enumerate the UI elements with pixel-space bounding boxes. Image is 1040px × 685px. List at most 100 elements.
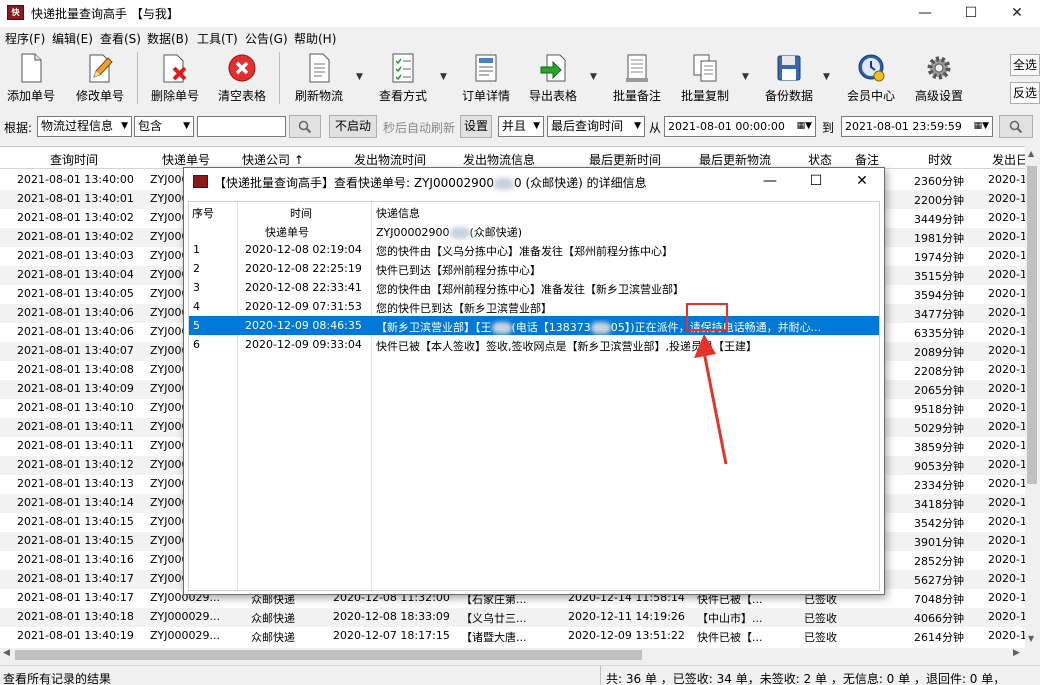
col-status[interactable]: 状态	[808, 151, 832, 168]
detail-row[interactable]: 6 2020-12-09 09:33:04 快件已被【本人签收】签收,签收网点是【新…	[189, 335, 879, 354]
keyword-input[interactable]	[197, 116, 286, 137]
calendar-dropdown-icon: ▦▼	[973, 121, 989, 131]
batch-note-button[interactable]: 批量备注	[607, 50, 667, 108]
delete-number-button[interactable]: 删除单号	[147, 50, 203, 108]
edit-number-button[interactable]: 修改单号	[72, 50, 128, 108]
advanced-settings-button[interactable]: 高级设置	[910, 50, 968, 108]
cell-duration: 6335分钟	[914, 327, 964, 340]
menu-edit[interactable]: 编辑(E)	[52, 30, 93, 47]
detail-row[interactable]: 3 2020-12-08 22:33:41 您的快件由【郑州前程分拣中心】准备发往【…	[189, 278, 879, 297]
detail-time: 2020-12-08 02:19:04	[245, 243, 362, 256]
auto-refresh-settings-button[interactable]: 设置	[460, 115, 492, 138]
menu-tools[interactable]: 工具(T)	[197, 30, 238, 47]
chevron-down-icon[interactable]: ▼	[590, 72, 597, 82]
batch-copy-button[interactable]: 批量复制	[675, 50, 735, 108]
filter-field-select[interactable]: 物流过程信息 ▼	[37, 116, 132, 137]
detail-row[interactable]: 1 2020-12-08 02:19:04 您的快件由【义乌分拣中心】准备发往【郑州…	[189, 240, 879, 259]
cell-duration: 2200分钟	[914, 194, 964, 207]
detail-info: 您的快件由【郑州前程分拣中心】准备发往【新乡卫滨营业部】	[376, 283, 684, 296]
delete-x-icon	[163, 54, 187, 83]
status-summary: 共: 36 单 ，已签收: 34 单，未签收: 2 单 ，无信息: 0 单 ，退…	[606, 672, 1006, 685]
scroll-right-icon[interactable]: ▶	[1013, 648, 1020, 658]
select-all-button[interactable]: 全选	[1010, 54, 1040, 76]
gear-icon	[927, 56, 951, 80]
menu-help[interactable]: 帮助(H)	[294, 30, 336, 47]
time-search-button[interactable]	[999, 115, 1033, 138]
table-row[interactable]: 2021-08-01 13:40:18 ZYJ000029... 众邮快递 2020-…	[0, 608, 1025, 627]
col-note[interactable]: 备注	[855, 151, 879, 168]
order-detail-button[interactable]: 订单详情	[458, 50, 514, 108]
chevron-down-icon[interactable]: ▼	[742, 72, 749, 82]
add-number-button[interactable]: 添加单号	[3, 50, 59, 108]
cell-duration: 2360分钟	[914, 175, 964, 188]
detail-row[interactable]: 2 2020-12-08 22:25:19 快件已到达【郑州前程分拣中心】	[189, 259, 879, 278]
menu-program[interactable]: 程序(F)	[5, 30, 45, 47]
cell-ship-date: 2020-1	[988, 192, 1025, 205]
col-last-update-time[interactable]: 最后更新时间	[589, 151, 661, 168]
col-tracking-number[interactable]: 快递单号	[162, 151, 210, 168]
auto-refresh-toggle[interactable]: 不启动	[329, 115, 377, 138]
cell-query-time: 2021-08-01 13:40:16	[17, 553, 134, 566]
redacted-mark	[449, 227, 470, 239]
menu-data[interactable]: 数据(B)	[147, 30, 189, 47]
time-field-select[interactable]: 最后查询时间 ▼	[547, 116, 645, 137]
maximize-button[interactable]: ☐	[948, 0, 994, 27]
chevron-down-icon[interactable]: ▼	[823, 72, 830, 82]
detail-col-no: 序号	[192, 207, 214, 220]
redacted-mark	[494, 177, 515, 190]
minimize-button[interactable]: —	[902, 0, 948, 27]
detail-table[interactable]: 序号 时间 快递信息 快递单号 ZYJ00002900 (众邮快递) 1 2020-…	[188, 201, 880, 591]
cell-duration: 2065分钟	[914, 384, 964, 397]
col-ship-date[interactable]: 发出日	[992, 151, 1028, 168]
chevron-down-icon[interactable]: ▼	[356, 72, 363, 82]
scroll-down-icon[interactable]: ▼	[1028, 634, 1034, 643]
cell-duration: 9053分钟	[914, 460, 964, 473]
menu-notice[interactable]: 公告(G)	[245, 30, 288, 47]
menu-view[interactable]: 查看(S)	[100, 30, 141, 47]
cell-ship-date: 2020-1	[988, 401, 1025, 414]
to-datetime-picker[interactable]: 2021-08-01 23:59:59 ▦▼	[841, 116, 993, 137]
col-ship-time[interactable]: 发出物流时间	[354, 151, 426, 168]
col-last-update-info[interactable]: 最后更新物流	[699, 151, 771, 168]
from-datetime-picker[interactable]: 2021-08-01 00:00:00 ▦▼	[664, 116, 816, 137]
scroll-up-icon[interactable]: ▲	[1028, 149, 1034, 158]
detail-row[interactable]: 4 2020-12-09 07:31:53 您的快件已到达【新乡卫滨营业部】	[189, 297, 879, 316]
cell-ship-date: 2020-1	[988, 325, 1025, 338]
detail-row[interactable]: 5 2020-12-09 08:46:35 【新乡卫滨营业部】【王 (电话【13837…	[189, 316, 879, 335]
cell-ship-date: 2020-1	[988, 173, 1025, 186]
close-button[interactable]: ✕	[994, 0, 1040, 27]
refresh-logistics-button[interactable]: 刷新物流	[289, 50, 349, 108]
cell-courier: 众邮快递	[251, 631, 295, 644]
scroll-left-icon[interactable]: ◀	[3, 648, 10, 658]
col-courier[interactable]: 快递公司 ↑	[242, 151, 304, 168]
vertical-scroll-thumb[interactable]	[1027, 166, 1037, 484]
cell-duration: 2334分钟	[914, 479, 964, 492]
backup-data-button[interactable]: 备份数据	[760, 50, 818, 108]
member-center-button[interactable]: 会员中心	[842, 50, 900, 108]
col-query-time[interactable]: 查询时间	[50, 151, 98, 168]
clear-table-button[interactable]: 清空表格	[213, 50, 271, 108]
cell-query-time: 2021-08-01 13:40:17	[17, 572, 134, 585]
from-label: 从	[649, 121, 662, 135]
window-title: 快递批量查询高手 【与我】	[31, 7, 179, 21]
view-mode-button[interactable]: 查看方式	[373, 50, 433, 108]
col-ship-info[interactable]: 发出物流信息	[463, 151, 535, 168]
cell-ship-date: 2020-1	[988, 553, 1025, 566]
export-table-button[interactable]: 导出表格	[524, 50, 582, 108]
dialog-close-button[interactable]: ✕	[839, 168, 885, 195]
table-row[interactable]: 2021-08-01 13:40:19 ZYJ000029... 众邮快递 2020-…	[0, 627, 1025, 646]
invert-selection-button[interactable]: 反选	[1010, 82, 1040, 104]
chevron-down-icon[interactable]: ▼	[440, 72, 447, 82]
detail-info: 您的快件由【义乌分拣中心】准备发往【郑州前程分拣中心】	[376, 245, 673, 258]
filter-search-button[interactable]	[289, 115, 321, 138]
filter-operator-select[interactable]: 包含 ▼	[134, 116, 194, 137]
detail-seq: 4	[193, 300, 200, 313]
horizontal-scroll-thumb[interactable]	[15, 650, 642, 660]
cell-last-update-info: 快件已被【...	[697, 631, 763, 644]
logic-select[interactable]: 并且 ▼	[498, 116, 544, 137]
col-duration[interactable]: 时效	[928, 151, 952, 168]
dialog-minimize-button[interactable]: —	[747, 168, 793, 195]
cell-duration: 7048分钟	[914, 593, 964, 606]
cell-duration: 3594分钟	[914, 289, 964, 302]
dialog-maximize-button[interactable]: ☐	[793, 168, 839, 195]
